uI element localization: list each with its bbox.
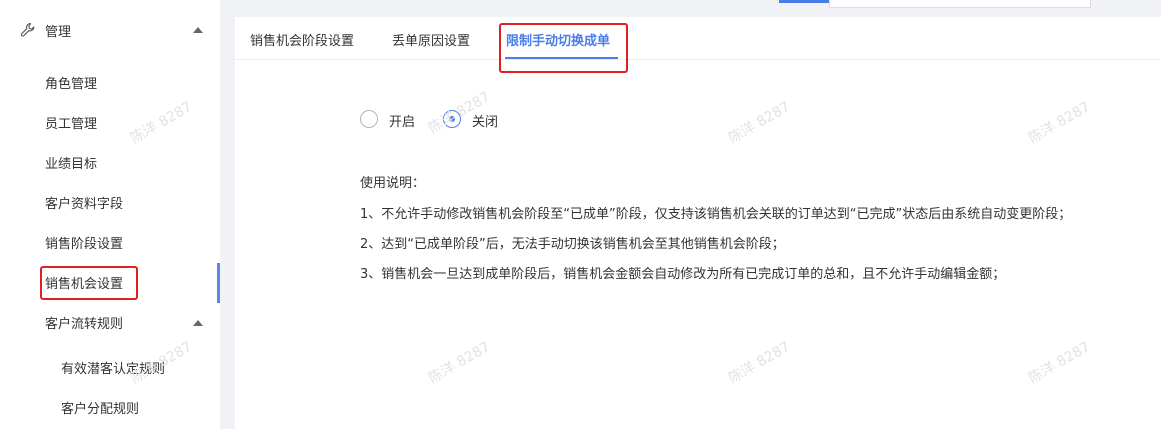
sidebar-item-label: 客户分配规则 xyxy=(61,402,140,417)
sidebar-item-roles[interactable]: 角色管理 xyxy=(0,63,220,99)
sidebar-section-label: 管理 xyxy=(45,25,72,40)
tab-lost-reason-settings[interactable]: 丢单原因设置 xyxy=(392,30,470,49)
watermark: 陈洋 8287 xyxy=(726,338,794,387)
sidebar-item-lead-rules[interactable]: 有效潜客认定规则 xyxy=(0,348,220,384)
tab-opportunity-stage-settings[interactable]: 销售机会阶段设置 xyxy=(250,30,354,49)
watermark: 陈洋 8287 xyxy=(426,338,494,387)
instruction-line: 1、不允许手动修改销售机会阶段至“已成单”阶段，仅支持该销售机会关联的订单达到“… xyxy=(360,207,1072,222)
sidebar-item-assignment-rules[interactable]: 客户分配规则 xyxy=(0,388,220,424)
chevron-up-icon[interactable] xyxy=(193,320,203,326)
sidebar-item-opportunity-settings[interactable]: 销售机会设置 xyxy=(0,263,220,303)
watermark: 陈洋 8287 xyxy=(1026,338,1094,387)
watermark: 陈洋 8287 xyxy=(1026,98,1094,147)
tab-bar: 销售机会阶段设置 丢单原因设置 限制手动切换成单 xyxy=(235,17,1161,60)
sidebar-item-label: 员工管理 xyxy=(45,117,98,132)
radio-label: 开启 xyxy=(389,115,416,130)
sidebar-item-label: 客户资料字段 xyxy=(45,197,124,212)
sidebar-item-customer-fields[interactable]: 客户资料字段 xyxy=(0,183,220,219)
sidebar-item-employees[interactable]: 员工管理 xyxy=(0,103,220,139)
sidebar: 管理 角色管理 员工管理 业绩目标 客户资料字段 销售阶段设置 销售机会设置 客… xyxy=(0,0,220,429)
sidebar-item-label: 有效潜客认定规则 xyxy=(61,362,166,377)
sidebar-item-performance-goals[interactable]: 业绩目标 xyxy=(0,143,220,179)
sidebar-item-label: 客户流转规则 xyxy=(45,317,124,332)
sidebar-item-label: 角色管理 xyxy=(45,77,98,92)
radio-circle xyxy=(360,110,378,128)
chevron-up-icon[interactable] xyxy=(193,27,203,33)
tab-restrict-manual-switch[interactable]: 限制手动切换成单 xyxy=(506,30,610,49)
radio-circle xyxy=(443,110,461,128)
sidebar-item-label: 业绩目标 xyxy=(45,157,98,172)
radio-label: 关闭 xyxy=(472,115,499,130)
sidebar-item-sales-stage[interactable]: 销售阶段设置 xyxy=(0,223,220,259)
top-active-indicator xyxy=(779,0,829,3)
sidebar-item-label: 销售阶段设置 xyxy=(45,237,124,252)
instruction-line: 3、销售机会一旦达到成单阶段后，销售机会金额会自动修改为所有已完成订单的总和，且… xyxy=(360,267,1006,282)
tab-active-underline xyxy=(505,57,618,59)
sidebar-item-customer-flow-rules[interactable]: 客户流转规则 xyxy=(0,303,220,339)
wrench-icon xyxy=(20,22,35,37)
sidebar-item-label: 销售机会设置 xyxy=(45,277,124,292)
watermark: 陈洋 8287 xyxy=(726,98,794,147)
main-panel: 销售机会阶段设置 丢单原因设置 限制手动切换成单 开启 关闭 使用说明： 1、不… xyxy=(235,17,1161,429)
instructions-title: 使用说明： xyxy=(360,176,426,191)
top-dropdown-panel xyxy=(829,0,1091,8)
instruction-line: 2、达到“已成单阶段”后，无法手动切换该销售机会至其他销售机会阶段； xyxy=(360,237,785,252)
sidebar-section-management[interactable]: 管理 xyxy=(0,12,220,48)
